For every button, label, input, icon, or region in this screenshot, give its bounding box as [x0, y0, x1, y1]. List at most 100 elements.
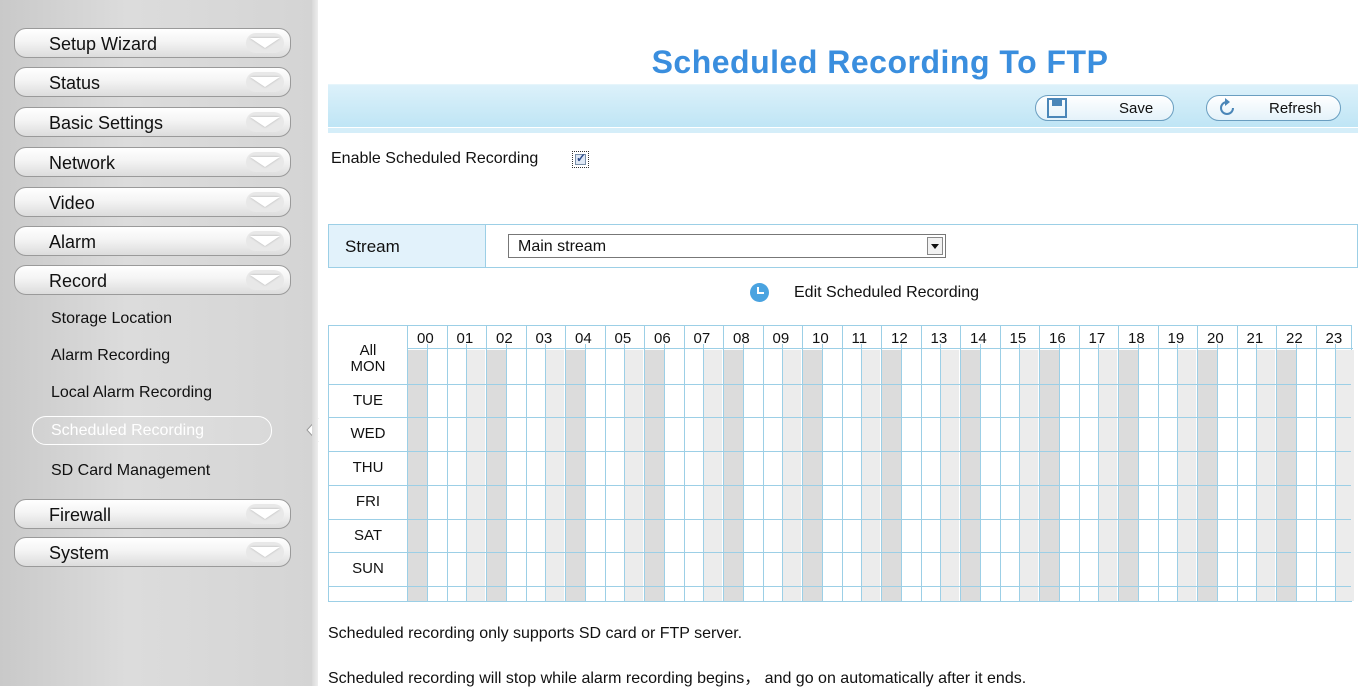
menu-video[interactable]: Video [14, 187, 291, 217]
stream-select[interactable]: Main stream [508, 234, 946, 258]
menu-alarm[interactable]: Alarm [14, 226, 291, 256]
grid-divider [742, 344, 744, 601]
menu-basic-settings[interactable]: Basic Settings [14, 107, 291, 137]
schedule-slot-shaded[interactable] [645, 350, 664, 601]
grid-divider [1019, 344, 1021, 601]
grid-divider [861, 344, 863, 601]
grid-divider [940, 344, 942, 601]
menu-status[interactable]: Status [14, 67, 291, 97]
submenu-sd-card-management[interactable]: SD Card Management [51, 462, 210, 480]
hour-label[interactable]: 17 [1089, 330, 1106, 352]
submenu-alarm-recording[interactable]: Alarm Recording [51, 347, 170, 365]
menu-setup-wizard-label: Setup Wizard [49, 34, 158, 54]
schedule-slot-shaded[interactable] [466, 350, 485, 601]
day-label-fri[interactable]: FRI [329, 493, 407, 510]
chevron-down-icon [250, 157, 280, 167]
day-label-sun[interactable]: SUN [329, 560, 407, 577]
submenu-storage-location[interactable]: Storage Location [51, 310, 172, 328]
hour-label[interactable]: 23 [1326, 330, 1343, 352]
refresh-icon [1220, 98, 1234, 115]
hour-label[interactable]: 07 [694, 330, 711, 352]
grid-divider [329, 585, 1351, 587]
hour-label[interactable]: 00 [417, 330, 434, 352]
submenu-scheduled-recording[interactable]: Scheduled Recording [32, 416, 272, 445]
menu-firewall[interactable]: Firewall [14, 499, 291, 529]
hour-label[interactable]: 16 [1049, 330, 1066, 352]
schedule-slot-shaded[interactable] [1335, 350, 1354, 601]
schedule-slot-shaded[interactable] [861, 350, 880, 601]
grid-divider [329, 552, 1351, 554]
hour-label[interactable]: 09 [773, 330, 790, 352]
hour-label[interactable]: 10 [812, 330, 829, 352]
hour-label[interactable]: 22 [1286, 330, 1303, 352]
hour-label[interactable]: 02 [496, 330, 513, 352]
schedule-slot-shaded[interactable] [545, 350, 564, 601]
day-label-wed[interactable]: WED [329, 425, 407, 442]
schedule-slot-shaded[interactable] [782, 350, 801, 601]
menu-video-label: Video [49, 193, 95, 213]
schedule-slot-shaded[interactable] [1177, 350, 1196, 601]
schedule-slot-shaded[interactable] [1119, 350, 1138, 601]
schedule-slot-shaded[interactable] [882, 350, 901, 601]
grid-divider [624, 344, 626, 601]
hour-label[interactable]: 20 [1207, 330, 1224, 352]
grid-divider [1177, 344, 1179, 601]
hour-label[interactable]: 01 [457, 330, 474, 352]
hour-label[interactable]: 11 [852, 330, 868, 352]
menu-setup-wizard[interactable]: Setup Wizard [14, 28, 291, 58]
menu-network[interactable]: Network [14, 147, 291, 177]
schedule-slot-shaded[interactable] [1040, 350, 1059, 601]
select-all-label[interactable]: All [329, 342, 407, 359]
hour-label[interactable]: 03 [536, 330, 553, 352]
schedule-slot-shaded[interactable] [1098, 350, 1117, 601]
day-label-mon[interactable]: MON [329, 358, 407, 375]
grid-divider [466, 344, 468, 601]
schedule-slot-shaded[interactable] [566, 350, 585, 601]
schedule-slot-shaded[interactable] [624, 350, 643, 601]
enable-checkbox[interactable] [575, 151, 586, 165]
hour-label[interactable]: 13 [931, 330, 948, 352]
schedule-slot-shaded[interactable] [487, 350, 506, 601]
grid-divider [1157, 326, 1159, 601]
submenu-local-alarm-recording[interactable]: Local Alarm Recording [51, 384, 212, 402]
hour-label[interactable]: 19 [1168, 330, 1185, 352]
hour-label[interactable]: 14 [970, 330, 987, 352]
main-panel: Scheduled Recording To FTP Save Refresh … [318, 0, 1368, 687]
schedule-slot-shaded[interactable] [724, 350, 743, 601]
hour-label[interactable]: 08 [733, 330, 750, 352]
save-button[interactable]: Save [1035, 95, 1174, 121]
schedule-slot-shaded[interactable] [940, 350, 959, 601]
day-label-thu[interactable]: THU [329, 459, 407, 476]
chevron-down-icon [250, 77, 280, 87]
schedule-slot-shaded[interactable] [1277, 350, 1296, 601]
schedule-slot-shaded[interactable] [961, 350, 980, 601]
schedule-slot-shaded[interactable] [1256, 350, 1275, 601]
schedule-slot-shaded[interactable] [1019, 350, 1038, 601]
day-label-sat[interactable]: SAT [329, 527, 407, 544]
hour-label[interactable]: 12 [891, 330, 908, 352]
grid-divider [1216, 344, 1218, 601]
schedule-slot-shaded[interactable] [1198, 350, 1217, 601]
grid-divider [1078, 326, 1080, 601]
schedule-slot-shaded[interactable] [408, 350, 427, 601]
menu-firewall-label: Firewall [49, 505, 112, 525]
schedule-slot-shaded[interactable] [803, 350, 822, 601]
hour-label[interactable]: 18 [1128, 330, 1145, 352]
grid-divider [1315, 326, 1317, 601]
hour-label[interactable]: 05 [615, 330, 632, 352]
chevron-down-icon[interactable] [927, 237, 943, 255]
day-label-tue[interactable]: TUE [329, 392, 407, 409]
schedule-slot-shaded[interactable] [703, 350, 722, 601]
menu-system[interactable]: System [14, 537, 291, 567]
hour-label[interactable]: 15 [1010, 330, 1027, 352]
grid-divider [960, 326, 961, 601]
hour-label[interactable]: 21 [1247, 330, 1264, 352]
refresh-button[interactable]: Refresh [1206, 95, 1341, 121]
schedule-grid: All 00 01 02 03 04 05 06 07 08 09 10 11 12 13 14 15 16 17 1… [328, 325, 1354, 602]
chevron-down-icon [250, 236, 280, 246]
grid-divider [723, 326, 724, 601]
menu-record[interactable]: Record [14, 265, 291, 295]
hour-label[interactable]: 06 [654, 330, 671, 352]
grid-divider [329, 451, 1351, 453]
hour-label[interactable]: 04 [575, 330, 592, 352]
